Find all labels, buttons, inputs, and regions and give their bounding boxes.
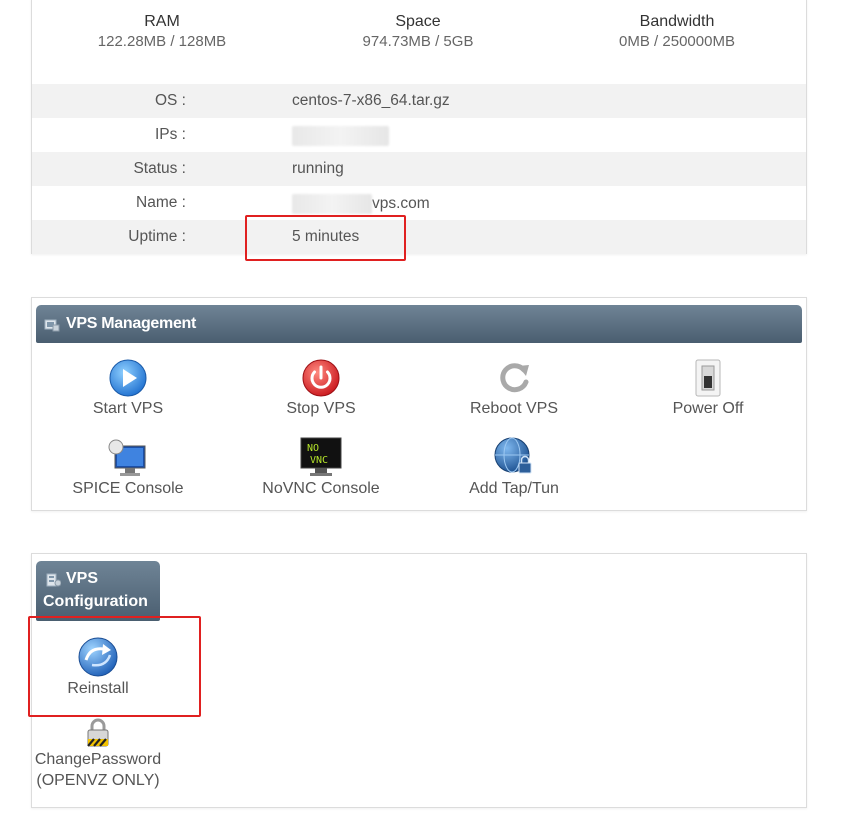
change-password-sublabel: (OPENVZ ONLY) — [36, 772, 160, 789]
ram-value: 122.28MB / 128MB — [97, 33, 227, 50]
name-value: vps.com — [292, 194, 430, 214]
redacted-block — [292, 126, 389, 146]
stop-vps-button[interactable]: Stop VPS — [231, 358, 411, 418]
add-tap-tun-label: Add Tap/Tun — [469, 480, 559, 497]
play-icon — [109, 359, 147, 397]
bandwidth-value: 0MB / 250000MB — [619, 33, 735, 50]
novnc-icon: NO VNC — [300, 437, 342, 476]
power-off-button[interactable]: Power Off — [618, 358, 798, 418]
add-tap-tun-button[interactable]: Add Tap/Tun — [424, 436, 604, 498]
os-value: centos-7-x86_64.tar.gz — [292, 92, 450, 109]
spice-console-label: SPICE Console — [72, 480, 184, 497]
padlock-icon — [87, 718, 109, 747]
info-row-status: Status : running — [32, 152, 806, 186]
spice-console-button[interactable]: SPICE Console — [38, 438, 218, 498]
ram-usage: RAM 122.28MB / 128MB — [32, 12, 292, 52]
info-row-ips: IPs : — [32, 118, 806, 152]
novnc-glyph-vnc: VNC — [310, 455, 328, 466]
redacted-block — [292, 194, 372, 214]
server-icon — [44, 319, 60, 332]
os-label: OS : — [154, 92, 186, 109]
stop-vps-label: Stop VPS — [286, 400, 356, 417]
ips-value-redacted — [292, 126, 389, 146]
ram-label: RAM — [144, 13, 180, 30]
reboot-vps-label: Reboot VPS — [469, 400, 559, 417]
uptime-highlight-box — [245, 215, 406, 261]
vps-management-header: VPS Management — [36, 305, 802, 343]
vps-configuration-header: VPS Configuration — [36, 561, 160, 621]
info-row-uptime: Uptime : 5 minutes — [32, 220, 806, 254]
novnc-console-button[interactable]: NO VNC NoVNC Console — [231, 436, 411, 498]
status-label: Status : — [133, 160, 186, 177]
resource-usage: RAM 122.28MB / 128MB Space 974.73MB / 5G… — [32, 0, 806, 83]
novnc-glyph-no: NO — [307, 443, 319, 454]
name-label: Name : — [136, 194, 186, 211]
vps-configuration-title-line2: Configuration — [43, 593, 148, 610]
bandwidth-label: Bandwidth — [639, 13, 715, 30]
power-icon — [302, 359, 340, 397]
start-vps-button[interactable]: Start VPS — [38, 358, 218, 418]
space-label: Space — [395, 13, 441, 30]
info-row-name: Name : vps.com — [32, 186, 806, 220]
server-config-icon — [46, 573, 61, 587]
start-vps-label: Start VPS — [92, 400, 164, 417]
vps-management-title: VPS Management — [66, 315, 197, 332]
vps-info-panel: RAM 122.28MB / 128MB Space 974.73MB / 5G… — [31, 0, 807, 254]
reinstall-highlight-box — [28, 616, 201, 717]
vps-configuration-title-line1: VPS — [66, 570, 99, 587]
status-value: running — [292, 160, 344, 177]
change-password-button[interactable]: ChangePassword (OPENVZ ONLY) — [8, 717, 188, 791]
novnc-console-label: NoVNC Console — [262, 480, 380, 497]
uptime-label: Uptime : — [128, 228, 186, 245]
vps-management-panel: VPS Management Start VPS Stop VPS Reboot… — [31, 297, 807, 511]
change-password-label: ChangePassword — [34, 751, 162, 768]
power-off-label: Power Off — [672, 400, 744, 417]
reboot-vps-button[interactable]: Reboot VPS — [424, 358, 604, 418]
info-row-os: OS : centos-7-x86_64.tar.gz — [32, 84, 806, 118]
ips-label: IPs : — [154, 126, 186, 143]
monitor-icon — [108, 439, 146, 476]
switch-icon — [695, 359, 721, 397]
space-usage: Space 974.73MB / 5GB — [288, 12, 548, 52]
space-value: 974.73MB / 5GB — [362, 33, 474, 50]
hostname-suffix: vps.com — [372, 195, 430, 213]
reboot-icon — [500, 363, 529, 393]
bandwidth-usage: Bandwidth 0MB / 250000MB — [547, 12, 807, 52]
globe-lock-icon — [494, 437, 532, 474]
